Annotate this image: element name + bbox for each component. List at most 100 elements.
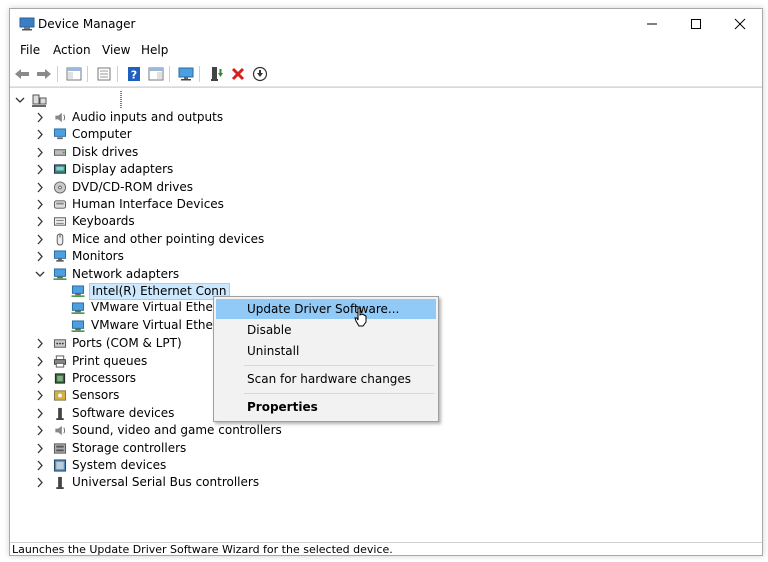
menu-disable[interactable]: Disable [216, 320, 436, 340]
tree-category-label: Display adapters [72, 162, 174, 176]
maximize-button[interactable] [674, 9, 718, 39]
download-icon [252, 66, 268, 82]
tree-category[interactable]: System devices [15, 457, 315, 474]
tree-category-label: Network adapters [72, 267, 180, 281]
port-icon [53, 339, 67, 348]
console-tree-icon [66, 67, 82, 81]
tree-category[interactable]: Network adapters [15, 266, 315, 283]
tree-category[interactable]: Monitors [15, 248, 315, 265]
uninstall-x-icon [231, 67, 245, 81]
tree-category[interactable]: Mice and other pointing devices [15, 231, 315, 248]
tree-category[interactable]: Display adapters [15, 161, 315, 178]
help-icon: ? [128, 67, 140, 82]
hid-icon [53, 200, 67, 209]
tree-category[interactable]: Computer [15, 126, 315, 143]
monitor-icon [178, 67, 194, 81]
help-button[interactable]: ? [125, 65, 143, 83]
properties-button[interactable] [95, 65, 113, 83]
forward-arrow-icon [37, 69, 51, 79]
chevron-right-icon [37, 164, 43, 175]
chevron-down-icon [15, 97, 25, 103]
mouse-icon [56, 233, 64, 246]
tree-category[interactable]: Human Interface Devices [15, 196, 315, 213]
tree-category[interactable]: Storage controllers [15, 440, 315, 457]
chevron-right-icon [37, 338, 43, 349]
menu-uninstall[interactable]: Uninstall [216, 341, 436, 361]
tree-category-label: DVD/CD-ROM drives [72, 180, 194, 194]
tree-category[interactable]: Keyboards [15, 213, 315, 230]
tree-category-label: Processors [72, 371, 137, 385]
menu-file[interactable]: File [20, 43, 40, 57]
tree-category-label: Storage controllers [72, 441, 187, 455]
computer-root-icon [32, 94, 47, 107]
window-title: Device Manager [38, 17, 136, 31]
forward-button[interactable] [35, 65, 53, 83]
chevron-right-icon [37, 373, 43, 384]
tree-category[interactable]: Universal Serial Bus controllers [15, 474, 315, 491]
network-adapter-icon [71, 320, 85, 332]
back-arrow-icon [15, 69, 29, 79]
menu-uninstall-label: Uninstall [247, 344, 300, 358]
network-adapter-icon [71, 302, 85, 314]
keyboard-icon [53, 217, 67, 226]
tree-category[interactable]: Audio inputs and outputs [15, 109, 315, 126]
toolbar-separator [117, 66, 118, 82]
tree-category[interactable]: Disk drives [15, 144, 315, 161]
tree-category-label: Keyboards [72, 214, 135, 228]
chevron-right-icon [37, 477, 43, 488]
chevron-right-icon [37, 216, 43, 227]
speaker-icon [55, 112, 66, 123]
close-icon [734, 18, 746, 30]
menu-help[interactable]: Help [141, 43, 168, 57]
chevron-right-icon [37, 147, 43, 158]
update-driver-button[interactable] [207, 65, 225, 83]
usb-icon [56, 476, 64, 489]
minimize-button[interactable] [630, 9, 674, 39]
title-bar[interactable]: Device Manager [10, 9, 762, 39]
menu-update-driver[interactable]: Update Driver Software... [216, 299, 436, 319]
toolbar-separator [169, 66, 170, 82]
menu-view[interactable]: View [102, 43, 130, 57]
tree-category-label: Mice and other pointing devices [72, 232, 265, 246]
tree-category-label: Print queues [72, 354, 148, 368]
sound-icon [55, 425, 66, 436]
show-hide-button[interactable] [147, 65, 165, 83]
tree-category-label: System devices [72, 458, 167, 472]
monitor-icon [53, 250, 67, 262]
tree-device-label: Intel(R) Ethernet Conn [89, 283, 230, 300]
tree-category-label: Universal Serial Bus controllers [72, 475, 260, 489]
back-button[interactable] [13, 65, 31, 83]
chevron-right-icon [37, 182, 43, 193]
chevron-right-icon [37, 408, 43, 419]
tree-category-label: Sensors [72, 388, 120, 402]
menu-properties[interactable]: Properties [216, 397, 436, 417]
menu-action[interactable]: Action [53, 43, 91, 57]
tree-category-label: Audio inputs and outputs [72, 110, 224, 124]
menu-separator [244, 365, 434, 366]
tree-category-label: Monitors [72, 249, 124, 263]
tree-category[interactable]: DVD/CD-ROM drives [15, 179, 315, 196]
console-tree-button[interactable] [65, 65, 83, 83]
toolbar-separator [87, 66, 88, 82]
computer-icon [53, 128, 67, 140]
menu-separator [244, 393, 434, 394]
tree-device-label: VMware Virtual Ethern [91, 318, 226, 332]
tree-category-label: Ports (COM & LPT) [72, 336, 182, 350]
scan-hardware-button[interactable] [177, 65, 195, 83]
download-button[interactable] [251, 65, 269, 83]
chevron-right-icon [37, 234, 43, 245]
status-bar: Launches the Update Driver Software Wiza… [10, 542, 762, 555]
chevron-right-icon [37, 425, 43, 436]
menu-scan-hardware[interactable]: Scan for hardware changes [216, 369, 436, 389]
tree-root[interactable] [15, 91, 135, 109]
network-adapter-icon [71, 285, 85, 297]
maximize-icon [691, 19, 701, 29]
chevron-right-icon [37, 129, 43, 140]
tree-category[interactable]: Sound, video and game controllers [15, 422, 315, 439]
close-button[interactable] [718, 9, 762, 39]
uninstall-button[interactable] [229, 65, 247, 83]
tree-category-label: Disk drives [72, 145, 139, 159]
context-menu: Update Driver Software... Disable Uninst… [213, 296, 439, 422]
menu-scan-hardware-label: Scan for hardware changes [247, 372, 412, 386]
toolbar: ? [10, 62, 762, 87]
